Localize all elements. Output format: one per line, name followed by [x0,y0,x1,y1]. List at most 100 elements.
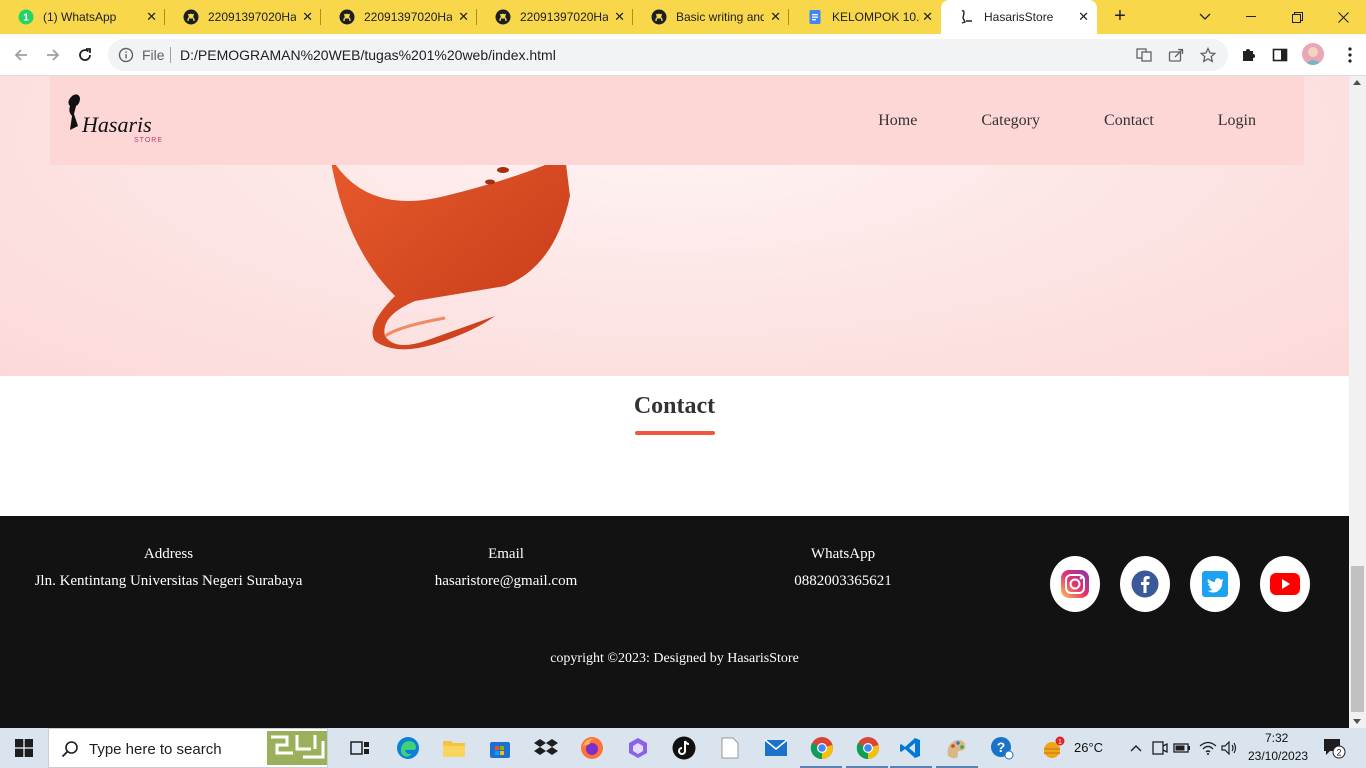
help-icon[interactable]: ? [990,736,1014,760]
nav-contact[interactable]: Contact [1104,112,1154,130]
tab-github-3[interactable]: 22091397020Ha ✕ [477,0,633,34]
mail-icon[interactable] [764,736,788,760]
email-label: Email [488,546,524,562]
file-explorer-icon[interactable] [442,736,466,760]
tab-title: 22091397020Ha [208,10,296,24]
meet-now-icon[interactable] [1148,736,1172,760]
tab-whatsapp[interactable]: 1 (1) WhatsApp ✕ [0,0,165,34]
heading-underline [635,431,715,435]
weather-temperature[interactable]: 26°C [1074,740,1103,755]
url-text[interactable]: D:/PEMOGRAMAN%20WEB/tugas%201%20web/inde… [180,47,556,63]
close-tab-icon[interactable]: ✕ [614,10,625,24]
scroll-down-arrow[interactable] [1353,719,1361,724]
scroll-up-arrow[interactable] [1353,80,1361,85]
windows-start-icon[interactable] [12,736,36,760]
vscode-icon[interactable] [898,736,922,760]
close-tab-icon[interactable]: ✕ [146,10,157,24]
dropbox-icon[interactable] [534,736,558,760]
scheme-label: File [142,47,165,63]
svg-text:Hasaris: Hasaris [81,112,152,137]
youtube-icon[interactable] [1260,556,1310,612]
svg-text:1: 1 [23,13,29,24]
contact-heading: Contact [633,393,716,419]
tiktok-icon[interactable] [672,736,696,760]
hasaris-logo[interactable]: Hasaris STORE [64,92,174,148]
clock-time[interactable]: 7:32 [1265,731,1288,745]
profile-avatar[interactable] [1302,43,1324,65]
weather-icon[interactable]: 1 [1042,736,1066,760]
facebook-icon[interactable] [1120,556,1170,612]
minimize-button[interactable] [1228,0,1274,34]
notification-center-icon[interactable]: 2 [1322,736,1346,760]
nav-links: Home Category Contact Login [878,76,1304,165]
back-button[interactable] [10,44,32,66]
bookmark-star-icon[interactable] [1199,46,1217,63]
page-viewport: Hasaris STORE Home Category Contact Logi… [0,76,1366,728]
tab-github-4[interactable]: Basic writing and ✕ [633,0,789,34]
search-highlight-image [267,731,327,765]
chrome-icon[interactable] [810,736,834,760]
close-tab-icon[interactable]: ✕ [458,10,469,24]
translate-icon[interactable] [1136,47,1152,63]
task-view-icon[interactable] [348,736,372,760]
page-scrollbar[interactable] [1349,76,1366,728]
tab-github-2[interactable]: 22091397020Ha ✕ [321,0,477,34]
close-tab-icon[interactable]: ✕ [922,10,933,24]
google-docs-icon [807,9,823,25]
edge-icon[interactable] [396,736,420,760]
tab-hasarisstore[interactable]: HasarisStore ✕ [941,0,1097,34]
instagram-icon[interactable] [1050,556,1100,612]
paint-icon[interactable] [944,736,968,760]
extensions-puzzle-icon[interactable] [1240,47,1256,63]
tab-google-docs[interactable]: KELOMPOK 10.d ✕ [789,0,941,34]
nav-category[interactable]: Category [981,112,1040,130]
footer-email: Email hasaristore@gmail.com [406,546,606,590]
whatsapp-icon: 1 [18,9,34,25]
volume-icon[interactable] [1218,736,1242,760]
address-bar[interactable]: File D:/PEMOGRAMAN%20WEB/tugas%201%20web… [108,39,1228,71]
side-panel-icon[interactable] [1272,47,1288,63]
office-copilot-icon[interactable] [626,736,650,760]
github-icon [651,9,667,25]
nav-login[interactable]: Login [1218,112,1256,130]
share-icon[interactable] [1168,47,1184,63]
new-tab-button[interactable]: + [1108,5,1132,29]
nav-home[interactable]: Home [878,112,917,130]
tab-search-icon[interactable] [1182,0,1228,34]
tab-title: Basic writing and [676,10,764,24]
show-hidden-icons-chevron-icon[interactable] [1124,736,1148,760]
scrollbar-thumb[interactable] [1351,566,1364,712]
site-navbar: Hasaris STORE Home Category Contact Logi… [50,76,1304,165]
wifi-icon[interactable] [1196,736,1220,760]
close-tab-icon[interactable]: ✕ [302,10,313,24]
firefox-icon[interactable] [580,736,604,760]
browser-tab-strip: 1 (1) WhatsApp ✕ 22091397020Ha ✕ 2209139… [0,0,1366,34]
clock-date[interactable]: 23/10/2023 [1248,749,1308,763]
copyright-text: copyright ©2023: Designed by HasarisStor… [550,651,799,666]
blank-document-icon[interactable] [718,736,742,760]
reload-button[interactable] [74,44,96,66]
email-value[interactable]: hasaristore@gmail.com [406,573,606,590]
site-footer: Address Jln. Kentintang Universitas Nege… [0,516,1349,728]
chrome-profile-icon[interactable] [856,736,880,760]
restore-button[interactable] [1274,0,1320,34]
whatsapp-value[interactable]: 0882003365621 [743,573,943,590]
close-tab-icon[interactable]: ✕ [770,10,781,24]
battery-icon[interactable] [1170,736,1194,760]
github-icon [183,9,199,25]
store-favicon-icon [959,9,975,25]
forward-button[interactable] [42,44,64,66]
svg-text:?: ? [997,739,1006,755]
tab-github-1[interactable]: 22091397020Ha ✕ [165,0,321,34]
windows-taskbar: Type here to search ? 1 26°C 7:32 23/10/… [0,728,1366,768]
close-window-button[interactable] [1320,0,1366,34]
close-tab-icon[interactable]: ✕ [1078,10,1089,24]
microsoft-store-icon[interactable] [488,736,512,760]
github-icon [495,9,511,25]
info-icon[interactable] [118,47,134,68]
twitter-icon[interactable] [1190,556,1240,612]
browser-menu-icon[interactable] [1348,47,1364,63]
taskbar-search-box[interactable]: Type here to search [48,728,328,768]
address-value: Jln. Kentintang Universitas Negeri Surab… [34,573,303,589]
tab-title: 22091397020Ha [520,10,608,24]
